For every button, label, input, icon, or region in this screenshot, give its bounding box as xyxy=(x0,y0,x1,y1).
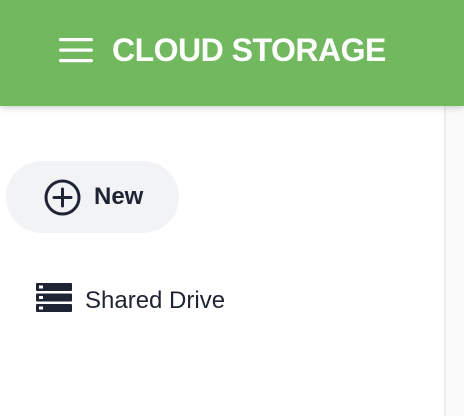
menu-button[interactable] xyxy=(56,32,96,68)
sidebar-item-label: Shared Drive xyxy=(85,287,226,314)
storage-icon xyxy=(36,283,72,312)
app-title: CLOUD STORAGE xyxy=(112,32,386,68)
new-button-label: New xyxy=(94,183,144,210)
sidebar-item-shared-drive[interactable]: Shared Drive xyxy=(30,278,330,326)
new-button[interactable]: New xyxy=(6,161,179,233)
add-circle-icon xyxy=(44,179,81,216)
sidebar xyxy=(0,106,444,416)
app-header: CLOUD STORAGE xyxy=(0,0,464,106)
hamburger-menu-icon xyxy=(59,38,93,63)
main-content-area xyxy=(446,106,464,416)
